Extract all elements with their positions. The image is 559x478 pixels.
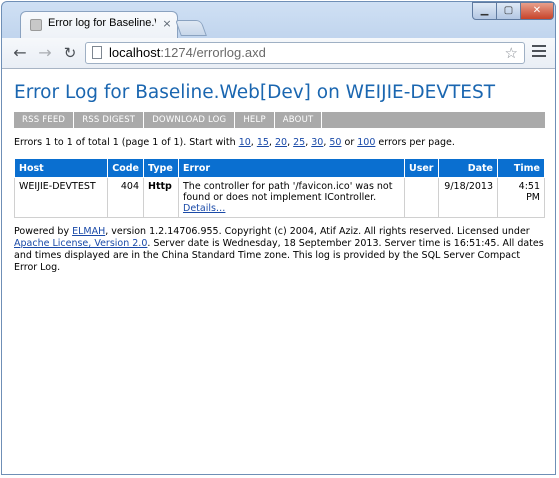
host-cell: WEIJIE-DEVTEST [14,177,108,218]
footer-text: Powered by [14,226,73,237]
window-controls: ▁ ▢ ✕ [472,2,554,20]
column-header-host: Host [14,158,108,178]
forward-arrow-icon[interactable]: → [35,43,55,63]
title-bar: Error log for Baseline.Web × ▁ ▢ ✕ [2,2,555,38]
page-size-link[interactable]: 25 [293,137,305,148]
rss-digest-link[interactable]: RSS DIGEST [74,112,145,128]
user-cell [404,177,439,218]
table-header-row: Host Code Type Error User Date Time [14,158,545,178]
license-link[interactable]: Apache License, Version 2.0 [14,238,147,249]
time-cell: 4:51 PM [497,177,545,218]
page-size-link[interactable]: 10 [239,137,251,148]
code-cell: 404 [107,177,144,218]
column-header-time: Time [497,158,545,178]
error-cell: The controller for path '/favicon.ico' w… [178,177,405,218]
new-tab-button[interactable] [175,20,207,36]
page-size-link[interactable]: 50 [329,137,341,148]
page-summary: Errors 1 to 1 of total 1 (page 1 of 1). … [14,137,455,148]
url-text[interactable]: localhost:1274/errorlog.axd [109,45,266,60]
rss-feed-link[interactable]: RSS FEED [14,112,75,128]
error-log-table: Host Code Type Error User Date Time WEIJ… [14,158,545,218]
date-cell: 9/18/2013 [438,177,498,218]
page-size-link[interactable]: 30 [311,137,323,148]
column-header-type: Type [143,158,179,178]
summary-or: or [341,137,358,148]
address-bar[interactable]: localhost:1274/errorlog.axd ☆ [85,42,525,64]
page-footer: Powered by ELMAH, version 1.2.14706.955.… [14,226,544,274]
minimize-button[interactable]: ▁ [472,2,497,20]
summary-suffix: errors per page. [375,137,455,148]
help-link[interactable]: HELP [235,112,275,128]
type-cell: Http [143,177,179,218]
back-arrow-icon[interactable]: ← [10,43,30,63]
column-header-date: Date [438,158,498,178]
page-size-link[interactable]: 15 [257,137,269,148]
page-content: Error Log for Baseline.Web[Dev] on WEIJI… [2,69,555,474]
elmah-link[interactable]: ELMAH [72,226,105,237]
page-favicon-icon [30,19,42,31]
bookmark-star-icon[interactable]: ☆ [505,44,518,62]
page-icon [92,46,102,59]
chrome-menu-icon[interactable] [532,45,546,59]
page-size-link[interactable]: 20 [275,137,287,148]
footer-text: , version 1.2.14706.955. Copyright (c) 2… [105,226,530,237]
details-link[interactable]: Details… [183,203,225,214]
speed-bar: RSS FEED RSS DIGEST DOWNLOAD LOG HELP AB… [14,112,545,128]
about-link[interactable]: ABOUT [275,112,323,128]
column-header-error: Error [178,158,405,178]
column-header-code: Code [107,158,144,178]
table-row: WEIJIE-DEVTEST 404 Http The controller f… [14,177,545,218]
url-host: localhost [109,45,161,60]
browser-tab[interactable]: Error log for Baseline.Web × [20,11,178,38]
browser-window: Error log for Baseline.Web × ▁ ▢ ✕ ← → ↻… [1,1,556,475]
page-size-link[interactable]: 100 [357,137,375,148]
tab-title: Error log for Baseline.Web [48,17,156,29]
summary-prefix: Errors 1 to 1 of total 1 (page 1 of 1). … [14,137,239,148]
page-title: Error Log for Baseline.Web[Dev] on WEIJI… [14,82,496,103]
url-path: :1274/errorlog.axd [160,45,266,60]
download-log-link[interactable]: DOWNLOAD LOG [144,112,236,128]
error-message: The controller for path '/favicon.ico' w… [183,181,393,203]
maximize-button[interactable]: ▢ [496,2,521,20]
close-window-button[interactable]: ✕ [520,2,554,20]
reload-icon[interactable]: ↻ [60,43,80,63]
tab-close-icon[interactable]: × [161,18,173,30]
column-header-user: User [404,158,439,178]
browser-toolbar: ← → ↻ localhost:1274/errorlog.axd ☆ [2,38,555,69]
